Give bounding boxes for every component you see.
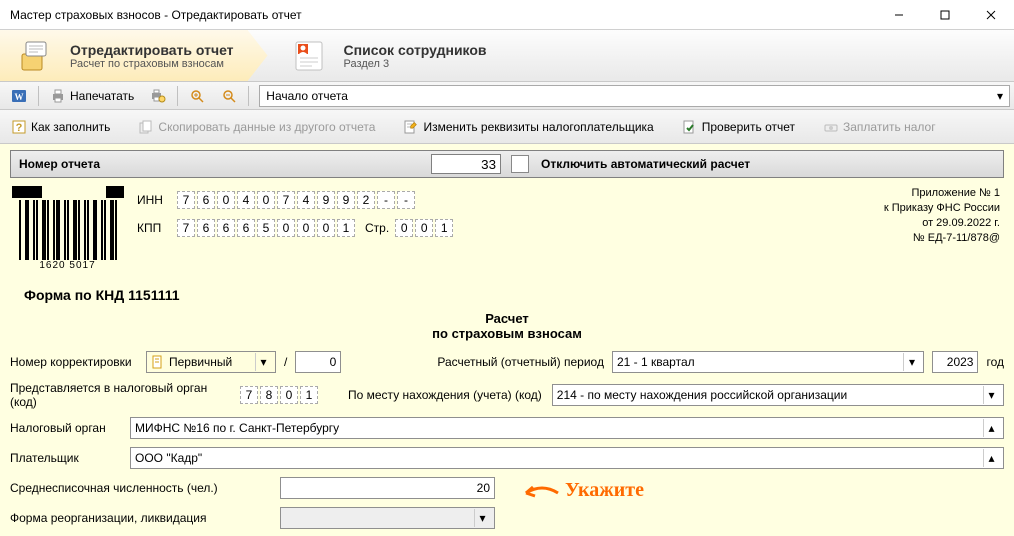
svg-text:?: ? bbox=[16, 122, 23, 134]
pay-tax-label: Заплатить налог bbox=[843, 120, 936, 134]
check-report-button[interactable]: Проверить отчет bbox=[675, 116, 802, 138]
how-to-fill-button[interactable]: ? Как заполнить bbox=[4, 116, 117, 138]
payer-select[interactable]: ООО "Кадр" ▴ bbox=[130, 447, 1004, 469]
correction-number-input[interactable]: 0 bbox=[295, 351, 341, 373]
kpp-cells[interactable]: 766650001 bbox=[177, 219, 355, 237]
window-title: Мастер страховых взносов - Отредактирова… bbox=[0, 8, 876, 22]
edit-taxpayer-label: Изменить реквизиты налогоплательщика bbox=[423, 120, 653, 134]
chevron-down-icon: ▾ bbox=[255, 353, 271, 371]
period-value: 21 - 1 квартал bbox=[617, 355, 695, 369]
kpp-label: КПП bbox=[137, 221, 177, 235]
toolbar-actions: ? Как заполнить Скопировать данные из др… bbox=[0, 110, 1014, 144]
period-select[interactable]: 21 - 1 квартал ▾ bbox=[612, 351, 924, 373]
report-title: Расчет bbox=[10, 311, 1004, 326]
chevron-down-icon: ▾ bbox=[474, 509, 490, 527]
page-label: Стр. bbox=[365, 221, 389, 235]
payer-label: Плательщик bbox=[10, 451, 120, 465]
correction-kind-value: Первичный bbox=[169, 355, 232, 369]
print-label: Напечатать bbox=[70, 89, 134, 103]
form-knd: Форма по КНД 1151111 bbox=[24, 287, 1004, 303]
report-subtitle: по страховым взносам bbox=[10, 326, 1004, 341]
tax-org-value: МИФНС №16 по г. Санкт-Петербургу bbox=[135, 421, 339, 435]
tax-org-code-cells[interactable]: 7801 bbox=[240, 386, 318, 404]
section-selector[interactable]: Начало отчета ▾ bbox=[259, 85, 1010, 107]
annex-reference: Приложение № 1 к Приказу ФНС России от 2… bbox=[884, 186, 1004, 271]
chevron-down-icon: ▾ bbox=[903, 353, 919, 371]
barcode: 1620 5017 bbox=[10, 186, 125, 271]
place-code-select[interactable]: 214 - по месту нахождения российской орг… bbox=[552, 384, 1004, 406]
wizard-step-employees[interactable]: Список сотрудников Раздел 3 bbox=[248, 30, 501, 81]
year-label: год bbox=[986, 355, 1004, 369]
barcode-number: 1620 5017 bbox=[10, 260, 125, 271]
wizard-step1-sub: Расчет по страховым взносам bbox=[70, 58, 234, 70]
toolbar-separator bbox=[248, 86, 249, 106]
svg-text:W: W bbox=[15, 92, 24, 102]
avg-headcount-input[interactable]: 20 bbox=[280, 477, 495, 499]
autocalc-off-checkbox[interactable] bbox=[511, 155, 529, 173]
report-body: Номер отчета Отключить автоматический ра… bbox=[0, 144, 1014, 536]
autocalc-off-label: Отключить автоматический расчет bbox=[541, 157, 750, 171]
edit-taxpayer-button[interactable]: Изменить реквизиты налогоплательщика bbox=[396, 116, 660, 138]
print-button[interactable]: Напечатать bbox=[43, 85, 141, 107]
wizard-step1-title: Отредактировать отчет bbox=[70, 42, 234, 58]
pay-tax-button: Заплатить налог bbox=[816, 116, 943, 138]
toolbar-main: W Напечатать Начало отчета ▾ bbox=[0, 82, 1014, 110]
year-input[interactable]: 2023 bbox=[932, 351, 978, 373]
tax-org-code-label: Представляется в налоговый орган (код) bbox=[10, 381, 230, 409]
correction-number-label: Номер корректировки bbox=[10, 355, 138, 369]
window-titlebar: Мастер страховых взносов - Отредактирова… bbox=[0, 0, 1014, 30]
copy-from-report-label: Скопировать данные из другого отчета bbox=[158, 120, 375, 134]
employees-icon bbox=[288, 34, 332, 78]
toolbar-separator bbox=[38, 86, 39, 106]
report-header-row: Номер отчета Отключить автоматический ра… bbox=[10, 150, 1004, 178]
reorg-form-label: Форма реорганизации, ликвидация bbox=[10, 511, 270, 525]
tax-org-select[interactable]: МИФНС №16 по г. Санкт-Петербургу ▴ bbox=[130, 417, 1004, 439]
place-code-value: 214 - по месту нахождения российской орг… bbox=[557, 388, 847, 402]
zoom-in-button[interactable] bbox=[182, 85, 212, 107]
chevron-up-icon: ▴ bbox=[983, 449, 999, 467]
chevron-down-icon: ▾ bbox=[997, 89, 1003, 103]
payer-value: ООО "Кадр" bbox=[135, 451, 202, 465]
how-to-fill-label: Как заполнить bbox=[31, 120, 110, 134]
section-selector-value: Начало отчета bbox=[266, 89, 348, 103]
chevron-up-icon: ▴ bbox=[983, 419, 999, 437]
maximize-button[interactable] bbox=[922, 0, 968, 30]
tax-org-label: Налоговый орган bbox=[10, 421, 120, 435]
period-label: Расчетный (отчетный) период bbox=[437, 355, 604, 369]
check-report-label: Проверить отчет bbox=[702, 120, 795, 134]
annotation-text: Укажите bbox=[565, 479, 644, 501]
word-export-button[interactable]: W bbox=[4, 85, 34, 107]
report-number-input[interactable] bbox=[431, 154, 501, 174]
chevron-down-icon: ▾ bbox=[983, 386, 999, 404]
page-cells: 001 bbox=[395, 219, 453, 237]
inn-label: ИНН bbox=[137, 193, 177, 207]
inn-cells[interactable]: 7604074992-- bbox=[177, 191, 415, 209]
place-code-label: По месту нахождения (учета) (код) bbox=[348, 388, 542, 402]
zoom-out-button[interactable] bbox=[214, 85, 244, 107]
toolbar-separator bbox=[177, 86, 178, 106]
wizard-step-edit-report[interactable]: Отредактировать отчет Расчет по страховы… bbox=[0, 30, 248, 81]
print-settings-button[interactable] bbox=[143, 85, 173, 107]
close-button[interactable] bbox=[968, 0, 1014, 30]
annotation-arrow: Укажите bbox=[520, 479, 644, 503]
wizard-step2-title: Список сотрудников bbox=[344, 42, 487, 58]
edit-report-icon bbox=[14, 34, 58, 78]
avg-headcount-label: Среднесписочная численность (чел.) bbox=[10, 481, 270, 495]
report-number-label: Номер отчета bbox=[11, 157, 431, 171]
reorg-form-select[interactable]: ▾ bbox=[280, 507, 495, 529]
copy-from-report-button: Скопировать данные из другого отчета bbox=[131, 116, 382, 138]
wizard-steps: Отредактировать отчет Расчет по страховы… bbox=[0, 30, 1014, 82]
document-icon bbox=[151, 355, 165, 369]
minimize-button[interactable] bbox=[876, 0, 922, 30]
correction-kind-select[interactable]: Первичный ▾ bbox=[146, 351, 276, 373]
wizard-step2-sub: Раздел 3 bbox=[344, 58, 487, 70]
